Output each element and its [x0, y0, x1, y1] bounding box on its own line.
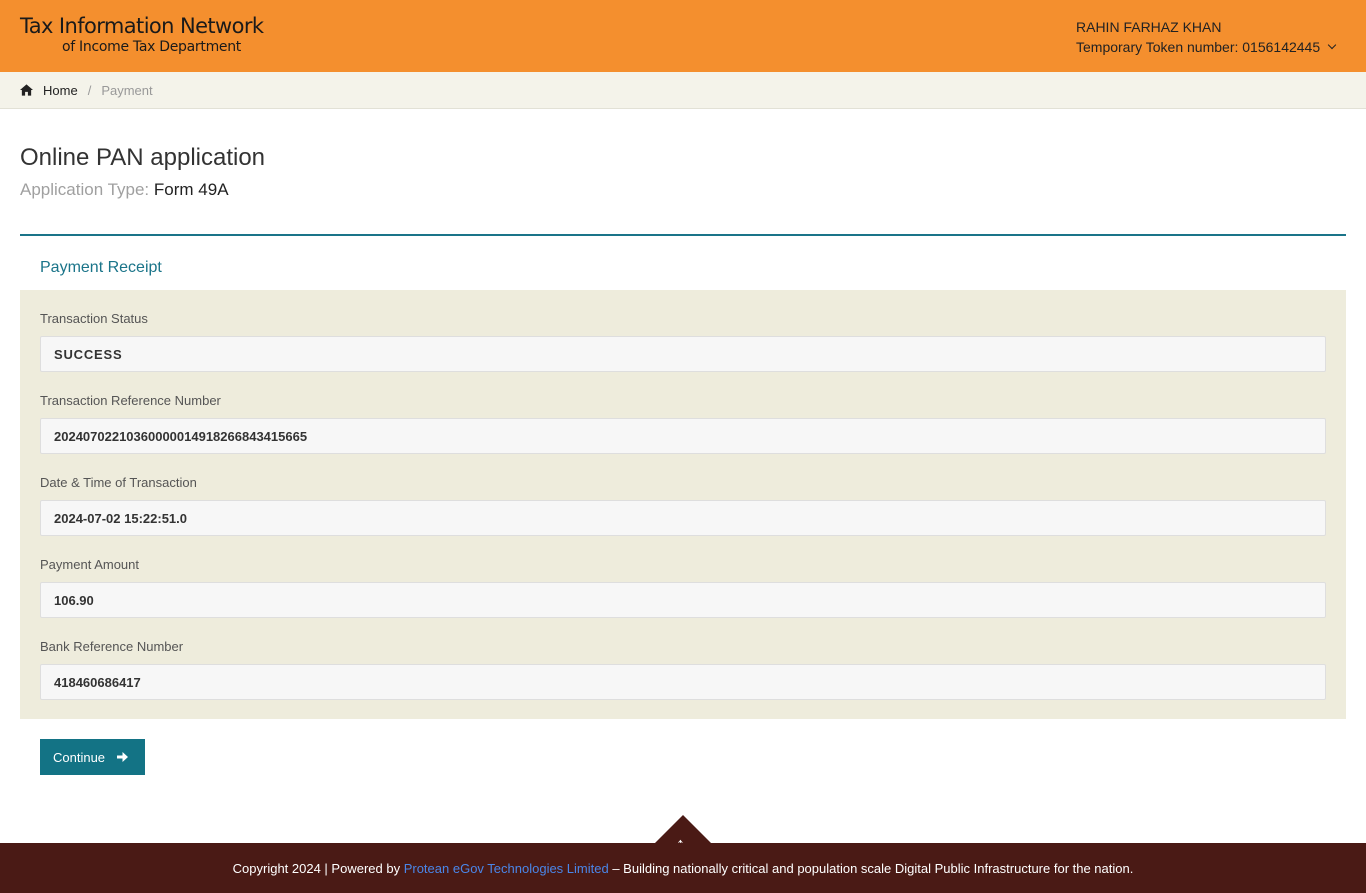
payment-amount-value: 106.90 [40, 582, 1326, 618]
site-footer: Copyright 2024 | Powered by Protean eGov… [0, 843, 1366, 893]
continue-button-label: Continue [53, 749, 106, 765]
page-title: Online PAN application [20, 144, 266, 171]
user-name: RAHIN FARHAZ KHAN [1076, 19, 1222, 35]
footer-tagline: – Building nationally critical and popul… [612, 860, 1134, 876]
user-menu[interactable]: RAHIN FARHAZ KHAN Temporary Token number… [1076, 17, 1337, 57]
application-type-label: Application Type: [20, 180, 150, 199]
payment-amount-field: Payment Amount 106.90 [40, 556, 1326, 638]
footer-copyright: Copyright 2024 | Powered by [232, 860, 401, 876]
section-title: Payment Receipt [40, 259, 162, 276]
receipt-panel: Transaction Status SUCCESS Transaction R… [20, 290, 1346, 719]
breadcrumb-home-link[interactable]: Home [43, 83, 78, 98]
section-divider [20, 234, 1346, 236]
field-label: Bank Reference Number [40, 639, 184, 654]
transaction-status-field: Transaction Status SUCCESS [40, 310, 1326, 392]
field-label: Transaction Status [40, 311, 148, 326]
transaction-reference-field: Transaction Reference Number 20240702210… [40, 392, 1326, 474]
transaction-reference-value: 20240702210360000014918266843415665 [40, 418, 1326, 454]
token-number: Temporary Token number: 0156142445 [1076, 39, 1321, 55]
arrow-right-icon [117, 752, 129, 762]
transaction-datetime-value: 2024-07-02 15:22:51.0 [40, 500, 1326, 536]
field-label: Date & Time of Transaction [40, 475, 197, 490]
site-header: Tax Information Network of Income Tax De… [0, 0, 1366, 72]
application-type: Application Type: Form 49A [20, 180, 229, 200]
transaction-datetime-field: Date & Time of Transaction 2024-07-02 15… [40, 474, 1326, 556]
site-logo[interactable]: Tax Information Network of Income Tax De… [20, 14, 264, 56]
footer-provider-link[interactable]: Protean eGov Technologies Limited [404, 861, 609, 876]
logo-subtitle: of Income Tax Department [62, 39, 241, 55]
application-type-value: Form 49A [153, 180, 229, 199]
field-label: Payment Amount [40, 557, 139, 572]
field-label: Transaction Reference Number [40, 393, 221, 408]
transaction-status-value: SUCCESS [40, 336, 1326, 372]
home-icon[interactable] [20, 84, 33, 96]
continue-button[interactable]: Continue [40, 739, 145, 775]
breadcrumb: Home / Payment [0, 72, 1366, 109]
bank-reference-field: Bank Reference Number 418460686417 [40, 638, 1326, 720]
logo-title: Tax Information Network [20, 14, 264, 38]
bank-reference-value: 418460686417 [40, 664, 1326, 700]
breadcrumb-separator: / [87, 82, 92, 98]
chevron-down-icon[interactable] [1327, 40, 1337, 50]
breadcrumb-current: Payment [101, 82, 153, 98]
